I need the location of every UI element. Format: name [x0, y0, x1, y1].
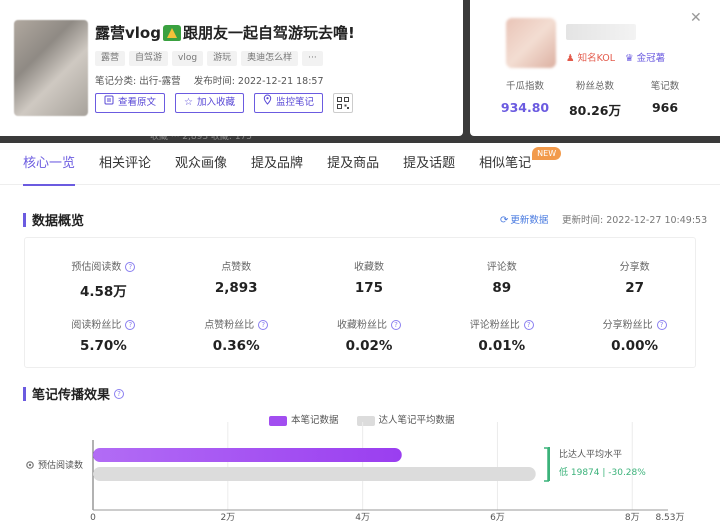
note-publish-time: 发布时间: 2022-12-21 18:57: [193, 76, 324, 87]
metric-like-fan-ratio: 点赞粉丝比? 0.36%: [174, 316, 299, 354]
note-tags: 露营 自驾游 vlog 游玩 奥迪怎么样 ···: [95, 51, 323, 66]
tab-bar: 核心一览 相关评论 观众画像 提及品牌 提及商品 提及话题 相似笔记 NEW: [0, 143, 720, 186]
author-stats: 千瓜指数 934.80 粉丝总数 80.26万 笔记数 966: [490, 78, 700, 119]
section-bar: [23, 212, 26, 227]
metric-comment-fan-ratio: 评论粉丝比? 0.01%: [439, 316, 564, 354]
author-badges: ♟ 知名KOL ♛ 金冠薯: [566, 50, 665, 64]
metric-likes: 点赞数 2,893: [214, 262, 258, 296]
update-time: 更新时间: 2022-12-27 10:49:53: [562, 215, 708, 226]
x-tick-label: 6万: [490, 513, 505, 523]
author-card: ✕ ♟ 知名KOL ♛ 金冠薯 千瓜指数 934.80 粉丝总数 80.26万 …: [470, 0, 720, 136]
tab-similar-notes-label: 相似笔记: [479, 156, 532, 171]
overview-header: 数据概览: [23, 210, 84, 229]
author-name-blurred: [566, 24, 636, 40]
help-icon[interactable]: ?: [114, 388, 125, 399]
metric-shares: 分享数 27: [619, 262, 650, 296]
help-icon[interactable]: ?: [125, 262, 136, 272]
kol-badge: ♟ 知名KOL: [566, 53, 616, 64]
tent-emoji-icon: [162, 24, 181, 41]
refresh-data-button[interactable]: ⟳ 更新数据: [500, 212, 548, 226]
level-badge: ♛ 金冠薯: [625, 53, 666, 64]
help-icon[interactable]: ?: [125, 320, 136, 330]
help-icon[interactable]: ?: [523, 320, 534, 330]
data-overview-panel: 预估阅读数? 4.58万 点赞数 2,893 收藏数 175 评论数 89 分享…: [24, 237, 696, 368]
avatar[interactable]: [506, 18, 556, 68]
note-tag[interactable]: vlog: [172, 51, 204, 66]
tab-audience[interactable]: 观众画像: [175, 143, 227, 185]
crown-icon: ♛: [625, 53, 634, 64]
more-tags-button[interactable]: ···: [302, 51, 323, 66]
note-thumbnail[interactable]: [14, 20, 88, 116]
compare-value: 低 19874 | -30.28%: [559, 468, 646, 478]
x-tick-label: 4万: [355, 513, 370, 523]
refresh-icon: ⟳: [500, 215, 509, 226]
location-pin-icon: [263, 94, 272, 112]
tab-comments[interactable]: 相关评论: [99, 143, 151, 185]
metric-share-fan-ratio: 分享粉丝比? 0.00%: [572, 316, 697, 354]
note-title-part2: 跟朋友一起自驾游玩去噜!: [182, 24, 355, 42]
bar-average-data: [93, 467, 536, 481]
close-icon[interactable]: ✕: [690, 10, 702, 26]
help-icon[interactable]: ?: [258, 320, 269, 330]
add-favorite-button[interactable]: ☆ 加入收藏: [175, 93, 244, 113]
spread-chart: 本笔记数据 达人笔记平均数据 0 2万 4万 6万 8万 8.53万 预估阅读数 比达人平均…: [0, 400, 720, 531]
note-card: 露营vlog 跟朋友一起自驾游玩去噜! 露营 自驾游 vlog 游玩 奥迪怎么样…: [0, 0, 463, 136]
star-icon: ☆: [184, 97, 193, 108]
note-actions: 查看原文 ☆ 加入收藏 监控笔记: [95, 93, 354, 113]
tab-brands[interactable]: 提及品牌: [251, 143, 303, 185]
tab-similar-notes[interactable]: 相似笔记 NEW: [479, 143, 562, 185]
x-tick-label: 8.53万: [655, 513, 684, 523]
note-title: 露营vlog 跟朋友一起自驾游玩去噜!: [95, 22, 355, 43]
tab-overview[interactable]: 核心一览: [23, 143, 76, 186]
monitor-note-button[interactable]: 监控笔记: [254, 93, 324, 113]
overview-row: 预估阅读数? 4.58万 点赞数 2,893 收藏数 175 评论数 89 分享…: [25, 258, 697, 300]
note-category: 笔记分类: 出行-露营: [95, 76, 181, 87]
help-icon[interactable]: ?: [656, 320, 667, 330]
person-icon: ♟: [566, 53, 575, 64]
help-icon[interactable]: ?: [390, 320, 401, 330]
bar-note-data: [93, 448, 402, 462]
x-tick-label: 2万: [220, 513, 235, 523]
monitor-note-label: 监控笔记: [276, 97, 315, 108]
note-tag[interactable]: 游玩: [207, 51, 238, 66]
new-badge: NEW: [532, 147, 562, 160]
author-stat-index: 千瓜指数 934.80: [500, 81, 550, 115]
author-stat-fans: 粉丝总数 80.26万: [568, 81, 622, 118]
metric-est-reads: 预估阅读数? 4.58万: [41, 258, 166, 300]
note-tag[interactable]: 露营: [95, 51, 126, 66]
x-tick-label: 8万: [625, 513, 640, 523]
note-title-part1: 露营vlog: [95, 24, 161, 42]
view-original-label: 查看原文: [118, 97, 157, 108]
refresh-label: 更新数据: [510, 215, 549, 226]
overview-row: 阅读粉丝比? 5.70% 点赞粉丝比? 0.36% 收藏粉丝比? 0.02% 评…: [25, 316, 697, 354]
qr-code-icon: [337, 94, 350, 113]
tab-topics[interactable]: 提及话题: [403, 143, 455, 185]
section-bar: [23, 386, 26, 401]
metric-read-fan-ratio: 阅读粉丝比? 5.70%: [41, 316, 166, 354]
eye-icon-pupil: [28, 463, 32, 467]
qr-code-button[interactable]: [333, 93, 354, 113]
note-tag[interactable]: 奥迪怎么样: [241, 51, 299, 66]
compare-annotation: 比达人平均水平 低 19874 | -30.28%: [548, 447, 646, 481]
note-meta: 笔记分类: 出行-露营 发布时间: 2022-12-21 18:57: [95, 73, 324, 87]
category-label: 预估阅读数: [38, 459, 83, 471]
x-tick-label: 0: [90, 513, 96, 523]
metric-fav-fan-ratio: 收藏粉丝比? 0.02%: [307, 316, 432, 354]
tab-products[interactable]: 提及商品: [327, 143, 379, 185]
metric-comments: 评论数 89: [486, 262, 517, 296]
overview-title: 数据概览: [32, 214, 85, 229]
compare-title: 比达人平均水平: [559, 450, 623, 460]
author-stat-notes: 笔记数 966: [650, 81, 680, 115]
view-original-button[interactable]: 查看原文: [95, 93, 166, 113]
document-icon: [104, 94, 114, 112]
note-tag[interactable]: 自驾游: [129, 51, 169, 66]
metric-favorites: 收藏数 175: [353, 262, 384, 296]
add-favorite-label: 加入收藏: [196, 97, 235, 108]
